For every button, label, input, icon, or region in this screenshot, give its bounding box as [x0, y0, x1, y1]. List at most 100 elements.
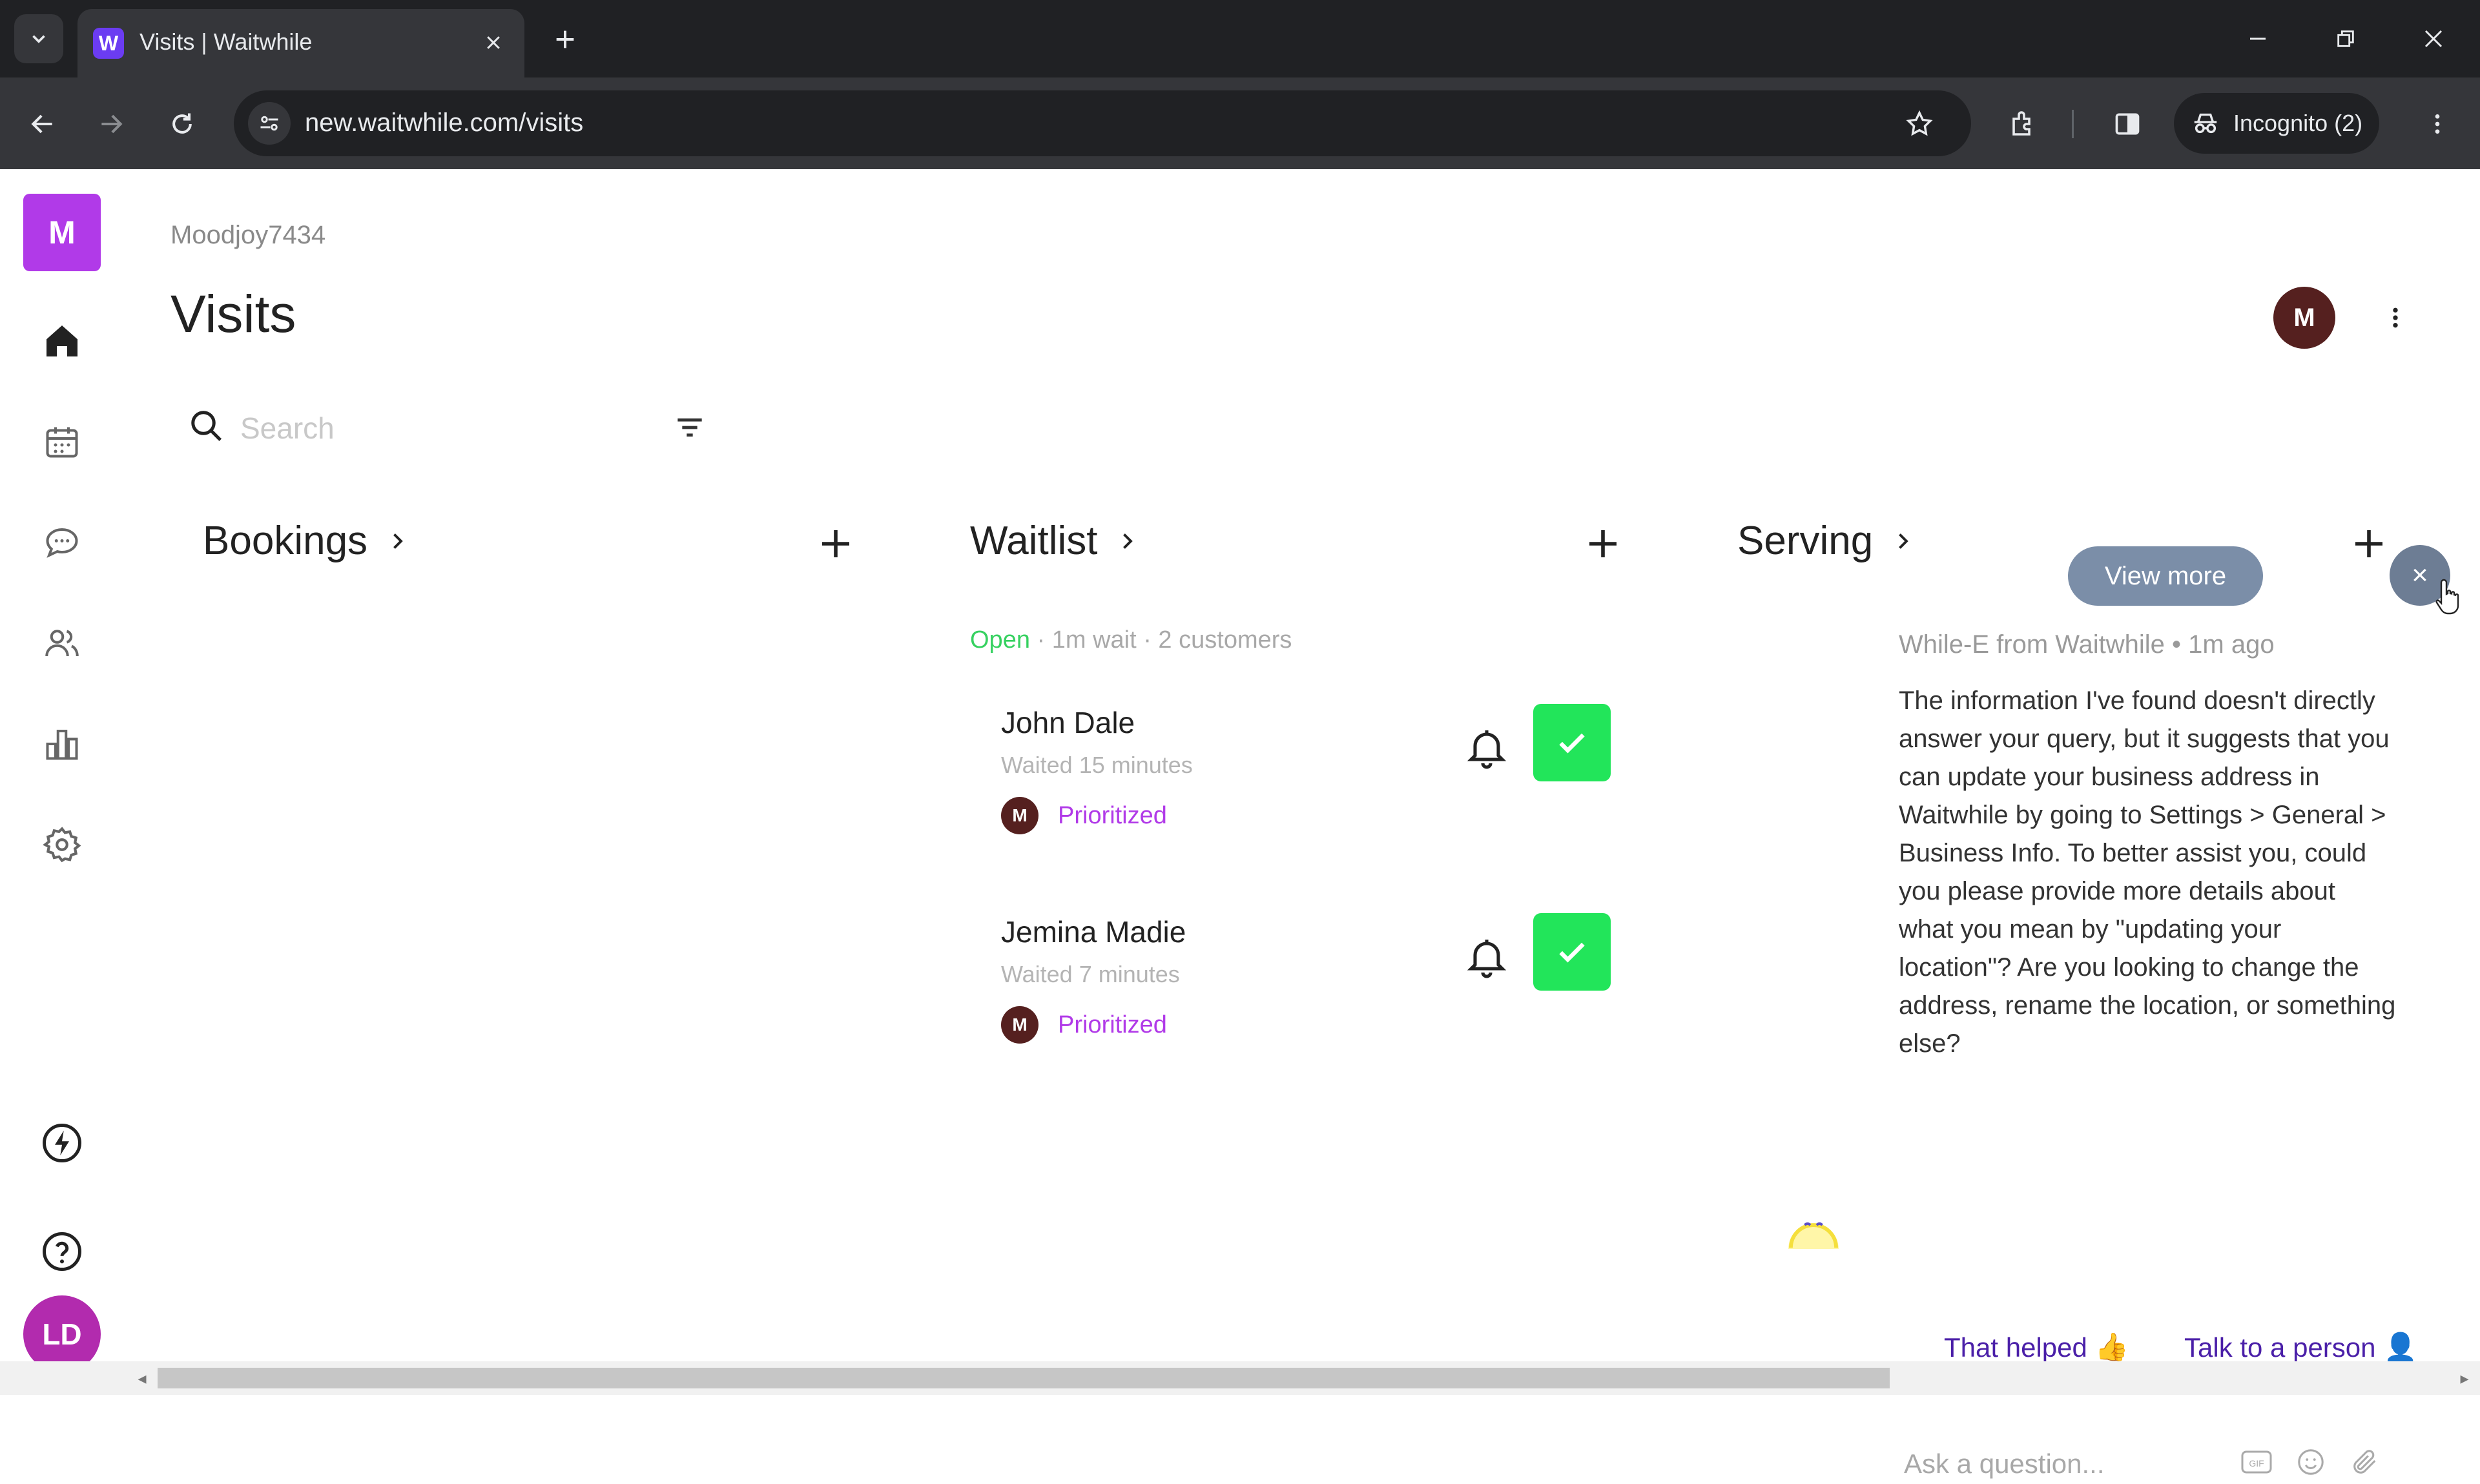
reload-button[interactable]: [156, 98, 208, 150]
waitlist-header[interactable]: Waitlist: [970, 518, 1139, 564]
analytics-icon: [46, 730, 78, 760]
close-icon: [487, 36, 500, 49]
bookings-header[interactable]: Bookings: [203, 518, 409, 564]
view-more-button[interactable]: View more: [2068, 546, 2263, 606]
serving-title: Serving: [1737, 519, 1874, 563]
search-input[interactable]: [239, 402, 655, 455]
close-window-button[interactable]: [2408, 13, 2459, 65]
bookings-title: Bookings: [203, 519, 368, 563]
sidebar-item-whats-new[interactable]: [36, 1117, 88, 1169]
reload-icon: [172, 113, 192, 134]
scrollbar-thumb[interactable]: [158, 1368, 1890, 1388]
address-bar[interactable]: new.waitwhile.com/visits: [234, 90, 1971, 156]
gif-button[interactable]: GIF: [2238, 1444, 2275, 1480]
site-info-icon: [260, 116, 278, 131]
lightning-icon: [43, 1124, 81, 1162]
calendar-icon: [46, 427, 78, 458]
back-button[interactable]: [17, 98, 68, 150]
that-helped-button[interactable]: That helped 👍: [1944, 1332, 2129, 1363]
bell-icon[interactable]: [1463, 934, 1510, 980]
sidebar-item-help[interactable]: [36, 1226, 88, 1277]
serve-button[interactable]: [1533, 704, 1611, 781]
sidebar-item-home[interactable]: [36, 315, 88, 367]
minimize-button[interactable]: [2232, 13, 2284, 65]
tag-avatar: M: [1001, 797, 1038, 834]
workspace-logo[interactable]: M: [23, 194, 101, 271]
sidebar-item-customers[interactable]: [36, 617, 88, 669]
side-panel-button[interactable]: [2102, 98, 2153, 150]
new-tab-button[interactable]: [542, 17, 588, 62]
incognito-indicator[interactable]: Incognito (2): [2174, 93, 2379, 154]
app-content: M LD Moodjoy7434 Visits M Search Booking…: [0, 169, 2480, 1484]
bell-icon[interactable]: [1463, 725, 1510, 771]
visitor-name[interactable]: John Dale: [1001, 705, 1135, 740]
priority-tag: Prioritized: [1058, 1011, 1167, 1038]
thumbs-up-icon: 👍: [2094, 1332, 2129, 1362]
kebab-menu-icon: [2435, 114, 2440, 134]
plus-icon: [2355, 530, 2382, 557]
chevron-right-icon: [393, 533, 403, 549]
plus-icon: [1589, 530, 1617, 557]
scroll-left-arrow-icon[interactable]: ◂: [132, 1368, 152, 1388]
tab-close-button[interactable]: [475, 25, 512, 61]
extensions-button[interactable]: [1998, 98, 2050, 150]
person-icon: 👤: [2383, 1332, 2417, 1362]
restore-button[interactable]: [2320, 13, 2372, 65]
browser-menu-button[interactable]: [2412, 98, 2463, 150]
forward-button[interactable]: [85, 98, 137, 150]
incognito-label: Incognito (2): [2233, 110, 2363, 136]
ask-question-input[interactable]: [1903, 1444, 2228, 1484]
waitlist-wait-summary: · 1m wait · 2 customers: [1029, 626, 1292, 654]
tab-search-button[interactable]: [14, 14, 63, 63]
visitor-name[interactable]: Jemina Madie: [1001, 914, 1186, 949]
sidebar-item-calendar[interactable]: [36, 416, 88, 468]
chevron-right-icon: [1123, 533, 1133, 549]
add-waitlist-button[interactable]: [1577, 518, 1629, 570]
that-helped-label: That helped: [1944, 1332, 2087, 1363]
tab-title: Visits | Waitwhile: [140, 28, 313, 55]
serve-button[interactable]: [1533, 913, 1611, 991]
breadcrumb[interactable]: Moodjoy7434: [170, 221, 326, 250]
hand-cursor-icon: [2435, 579, 2459, 615]
sidebar: M LD: [0, 169, 124, 1395]
forward-arrow-icon: [101, 114, 123, 134]
restore-icon: [2337, 30, 2354, 47]
plus-icon: [556, 30, 574, 48]
talk-to-person-button[interactable]: Talk to a person 👤: [2184, 1332, 2417, 1363]
attach-button[interactable]: [2347, 1444, 2383, 1480]
sidebar-item-settings[interactable]: [36, 819, 88, 871]
account-avatar[interactable]: M: [2273, 287, 2335, 349]
incognito-icon: [2194, 113, 2217, 134]
add-booking-button[interactable]: [810, 518, 862, 570]
gif-label: GIF: [2249, 1458, 2264, 1469]
filter-icon[interactable]: [672, 409, 708, 446]
emoji-button[interactable]: [2293, 1444, 2329, 1480]
page-menu-button[interactable]: [2373, 285, 2418, 350]
bot-avatar-icon: [1788, 1222, 1839, 1250]
smiley-icon: [2298, 1449, 2324, 1475]
sidebar-item-messages[interactable]: [36, 517, 88, 568]
add-serving-button[interactable]: [2343, 518, 2395, 570]
star-icon: [1906, 110, 1933, 136]
search-icon: [191, 411, 222, 442]
browser-tab-active[interactable]: W Visits | Waitwhile: [78, 9, 524, 77]
visitor-wait-time: Waited 7 minutes: [1001, 961, 1180, 987]
close-window-icon: [2424, 30, 2443, 48]
sidebar-item-analytics[interactable]: [36, 718, 88, 770]
chevron-right-icon: [1899, 533, 1908, 549]
settings-icon: [43, 827, 81, 863]
chat-message-text: The information I've found doesn't direc…: [1899, 686, 2396, 1058]
chat-message-meta: While-E from Waitwhile • 1m ago: [1899, 630, 2275, 659]
gif-icon: GIF: [2241, 1450, 2272, 1474]
bookmark-button[interactable]: [1894, 98, 1945, 150]
site-info-button[interactable]: [248, 102, 291, 145]
browser-toolbar: new.waitwhile.com/visits Incognito (2): [0, 77, 2480, 169]
scroll-right-arrow-icon[interactable]: ▸: [2454, 1368, 2475, 1388]
minimize-icon: [2250, 37, 2266, 40]
chevron-down-icon: [32, 35, 45, 43]
horizontal-scrollbar[interactable]: ◂ ▸: [0, 1361, 2480, 1395]
back-arrow-icon: [31, 114, 52, 134]
customers-icon: [45, 630, 79, 657]
url-text[interactable]: new.waitwhile.com/visits: [305, 108, 583, 138]
serving-header[interactable]: Serving: [1737, 518, 1914, 564]
